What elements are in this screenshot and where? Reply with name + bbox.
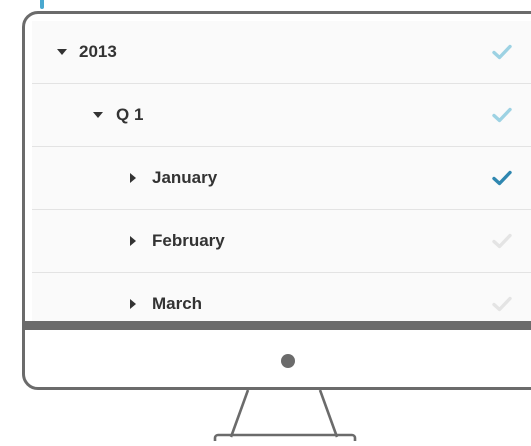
monitor-frame: 2013 Q 1 January February March bbox=[22, 11, 531, 390]
check-partial-icon[interactable] bbox=[492, 84, 512, 146]
tree-row-label: Q 1 bbox=[116, 105, 144, 124]
tree-row-2013[interactable]: 2013 bbox=[32, 21, 531, 84]
tree-row-label: February bbox=[152, 231, 225, 250]
tree-row-february[interactable]: February bbox=[32, 210, 531, 273]
check-partial-icon[interactable] bbox=[492, 21, 512, 83]
caret-right-icon[interactable] bbox=[129, 273, 137, 321]
check-unchecked-icon[interactable] bbox=[492, 210, 512, 272]
caret-right-icon[interactable] bbox=[129, 147, 137, 209]
tree-row-january[interactable]: January bbox=[32, 147, 531, 210]
tree-view: 2013 Q 1 January February March bbox=[32, 21, 531, 321]
caret-down-icon[interactable] bbox=[57, 21, 67, 83]
caret-down-icon[interactable] bbox=[93, 84, 103, 146]
caret-right-icon[interactable] bbox=[129, 210, 137, 272]
monitor-stand bbox=[211, 389, 361, 446]
check-unchecked-icon[interactable] bbox=[492, 273, 512, 321]
tree-row-label: January bbox=[152, 168, 218, 187]
check-checked-icon[interactable] bbox=[492, 147, 512, 209]
screen-bezel bbox=[25, 321, 531, 330]
tree-row-label: March bbox=[152, 294, 203, 313]
tree-row-march[interactable]: March bbox=[32, 273, 531, 321]
accent-mark bbox=[40, 0, 44, 9]
power-button-icon bbox=[281, 354, 295, 368]
tree-row-label: 2013 bbox=[79, 42, 117, 61]
tree-row-q1[interactable]: Q 1 bbox=[32, 84, 531, 147]
